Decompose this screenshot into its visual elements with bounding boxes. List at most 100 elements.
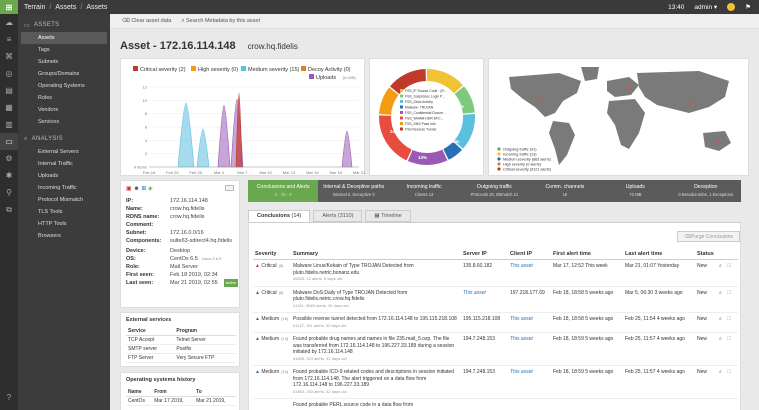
sidebar-item-protocol-mismatch[interactable]: Protocol Mismatch [18,194,110,206]
table-row[interactable]: ▲ Medium (10) Found probable ICD-9 related… [253,365,738,399]
list-icon[interactable]: ≡ [0,31,18,48]
traffic-marker[interactable] [537,97,541,101]
donut-legend-label[interactable]: Malware: TROJAN [405,106,434,110]
help-icon[interactable]: ? [0,389,18,406]
continent-south-america[interactable] [549,121,575,165]
sidebar-item-roles[interactable]: Roles [18,92,110,104]
plug-icon[interactable]: ⚲ [0,184,18,201]
purge-conclusions-button[interactable]: ⌫ Purge Conclusions [677,231,740,242]
uploads-area[interactable] [217,104,231,168]
legend-label[interactable]: Decoy Activity (0) [308,67,351,73]
sidebar-item-internal-traffic[interactable]: Internal Traffic [18,158,110,170]
sidebar-item-services[interactable]: Services [18,116,110,128]
sidebar-item-vendors[interactable]: Vendors [18,104,110,116]
document-icon[interactable]: ▤ [0,82,18,99]
metric-tab[interactable]: Deception 0 Breadcrumbs, 1 Exceptions [671,180,741,202]
continent-australia[interactable] [703,131,731,151]
traffic-marker[interactable] [689,101,693,105]
donut-slice[interactable] [407,149,448,166]
magnify-icon[interactable]: ⌕ [719,316,722,322]
donut-legend-label[interactable]: FSS_Suspicious Login P... [405,95,445,99]
table-row[interactable]: CentOs Mar 17 2019, Mar 21 2019, [126,396,236,406]
client-cell[interactable]: This asset [508,332,551,366]
metric-tab[interactable]: Internal & Deceptive paths Internal 0, De… [318,180,388,202]
metric-tab[interactable]: Outgoing traffic Protocols 20, Bitmatch 2… [459,180,529,202]
table-row[interactable]: ▲ Medium (13) Found probable drug names an… [253,332,738,366]
sidebar-item-http-tools[interactable]: HTTP Tools [18,218,110,230]
app-title[interactable]: Terrain [24,4,45,11]
summary-cell[interactable]: Found probable ICD-9 related codes and d… [291,365,461,399]
sidebar-item-tags[interactable]: Tags [18,44,110,56]
continent-europe[interactable] [607,77,639,97]
client-value[interactable]: This asset [510,263,533,269]
legend-label[interactable]: Medium severity (15) [248,67,300,73]
donut-legend-label[interactable]: FSS_DNS Pass Info [405,122,436,126]
summary-cell[interactable]: Malware Linux/Kekain of Type TROJAN Dete… [291,259,461,287]
sidebar-item-uploads[interactable]: Uploads [18,170,110,182]
table-row[interactable]: ▲ Critical (8) Malware Linux/Kekain of Typ… [253,259,738,287]
donut-legend-label[interactable]: FSS_Ddos Activity [405,100,433,104]
client-cell[interactable]: This asset [508,312,551,333]
map-legend-label[interactable]: Medium severity (863 alerts) [503,158,552,162]
tab-alerts[interactable]: Alerts (3110) [313,210,363,222]
checkbox-icon[interactable]: ☐ [727,369,731,375]
medium-severity-area[interactable] [177,102,195,168]
tab-conclusions[interactable]: Conclusions (14) [248,210,311,222]
sidebar-item-incoming-traffic[interactable]: Incoming Traffic [18,182,110,194]
map-legend-label[interactable]: Critical severity (3121 alerts) [503,168,552,172]
breadcrumb-assets-2[interactable]: Assets [86,4,107,11]
monitor-icon[interactable]: ▭ [0,133,18,150]
continent-greenland[interactable] [581,67,599,81]
uploads-area[interactable] [341,130,353,168]
table-row[interactable]: ▲ Critical (8) Malware DoS:Daily of Type T… [253,286,738,313]
map-legend-label[interactable]: Incoming traffic (13) [503,153,537,157]
search-metadata-button[interactable]: ⌕ Search Metadata by this asset [181,18,260,25]
sidebar-item-os[interactable]: Operating Systems [18,80,110,92]
donut-legend-label[interactable]: FSS Reverse Tunnel [405,128,437,132]
magnify-icon[interactable]: ⌕ [719,369,722,375]
sidebar-item-browsers[interactable]: Browsers [18,230,110,242]
alert-icon[interactable] [727,3,736,11]
breadcrumb-assets-1[interactable]: Assets [55,4,76,11]
sidebar-item-tls-tools[interactable]: TLS Tools [18,206,110,218]
continent-asia[interactable] [637,71,729,113]
user-menu[interactable]: admin ▾ [694,3,717,11]
donut-slice[interactable] [454,86,475,114]
target-icon[interactable]: ◎ [0,65,18,82]
donut-legend-label[interactable]: FSS_Confidential Docum... [405,111,446,115]
sidebar-item-groups[interactable]: Groups/Domains [18,68,110,80]
table-row[interactable]: TCP Accept Telnet Server [126,335,236,345]
sidebar-item-subnets[interactable]: Subnets [18,56,110,68]
sidebar-item-assets[interactable]: Assets [21,32,107,44]
legend-label[interactable]: Uploads [316,75,336,81]
clear-asset-button[interactable]: ⌫ Clear asset data [122,18,171,24]
sidebar-item-external-servers[interactable]: External Servers [18,146,110,158]
server-cell[interactable]: This asset [461,286,508,313]
metric-tab[interactable]: Uploads 70 MB [600,180,670,202]
client-value[interactable]: This asset [510,336,533,342]
traffic-marker[interactable] [627,87,631,91]
table-row[interactable]: Found probable PERL source code in a dat… [253,398,738,410]
magnify-icon[interactable]: ⌕ [719,263,722,269]
edit-button[interactable] [225,185,234,191]
medium-severity-area[interactable] [196,128,210,168]
client-value[interactable]: This asset [510,369,533,375]
traffic-marker[interactable] [717,141,721,145]
magnify-icon[interactable]: ⌕ [719,336,722,342]
donut-legend-label[interactable]: FSS_IP Source Code - (R... [405,89,447,93]
chart-icon[interactable]: ▥ [0,116,18,133]
magnify-icon[interactable]: ⌕ [719,290,722,296]
map-legend-label[interactable]: High severity (0 alerts) [503,163,542,167]
client-cell[interactable]: This asset [508,365,551,399]
summary-cell[interactable]: Found probable PERL source code in a dat… [291,398,461,410]
continent-africa[interactable] [607,99,645,149]
table-row[interactable]: SMTP server Postfix [126,344,236,354]
checkbox-icon[interactable]: ☐ [727,263,731,269]
bell-icon[interactable]: ⚑ [745,3,751,11]
network-icon[interactable]: ⌘ [0,48,18,65]
summary-cell[interactable]: Possible reverse tunnel detected from 17… [291,312,461,333]
checkbox-icon[interactable]: ☐ [727,316,731,322]
continent-north-america[interactable] [509,73,581,117]
legend-label[interactable]: Critical severity (2) [140,67,186,73]
table-row[interactable]: FTP Server Very Secure FTP [126,353,236,363]
